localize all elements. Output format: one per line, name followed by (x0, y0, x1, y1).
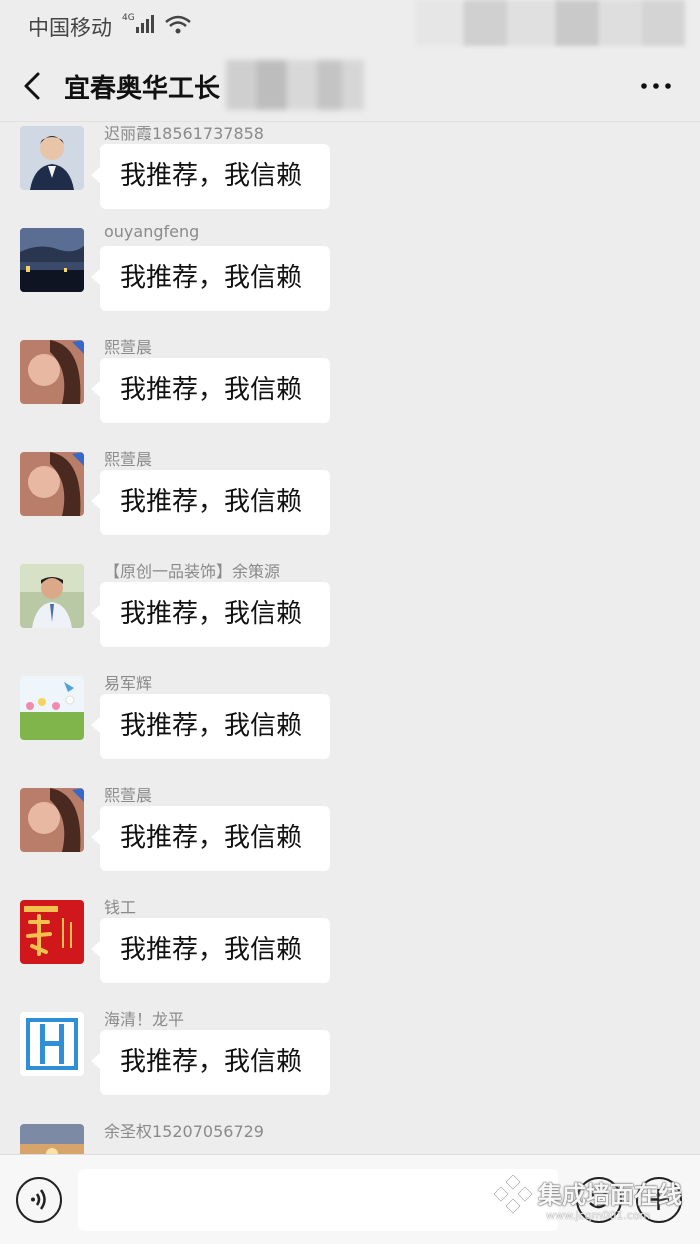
signal-wifi-icon: 4G (122, 13, 191, 34)
sender-name: 【原创一品装饰】余策源 (104, 562, 281, 581)
message-item: 熙萱晨 我推荐，我信赖 (0, 338, 700, 452)
carrier-name: 中国移动 (28, 16, 112, 40)
more-dots-icon (641, 83, 671, 89)
sunset-avatar[interactable] (20, 1124, 84, 1154)
watermark-text: 集成墙面在线 (538, 1181, 682, 1209)
night-sky-avatar[interactable] (20, 228, 84, 292)
red-calligraphy-avatar[interactable] (20, 900, 84, 964)
blue-h-logo-avatar[interactable] (20, 1012, 84, 1076)
network-type-label: 4G (122, 13, 135, 23)
message-input[interactable] (78, 1169, 558, 1231)
sender-name: 熙萱晨 (104, 450, 153, 469)
more-button[interactable] (636, 70, 676, 102)
status-blurred-region (415, 0, 685, 46)
woman-in-blazer-avatar[interactable] (20, 126, 84, 190)
message-bubble[interactable]: 我推荐，我信赖 (91, 1030, 330, 1095)
woman-portrait-avatar[interactable] (20, 340, 84, 404)
man-portrait-avatar[interactable] (20, 564, 84, 628)
watermark-url: www.jcqm001.com (546, 1209, 651, 1222)
status-bar: 中国移动 4G (0, 0, 700, 50)
sender-name: 余圣权15207056729 (104, 1122, 264, 1141)
message-bubble[interactable]: 我推荐，我信赖 (91, 918, 330, 983)
sender-name: 钱工 (104, 898, 137, 917)
sender-name: 迟丽霞18561737858 (104, 124, 264, 143)
input-bar: 集成墙面在线 www.jcqm001.com (0, 1154, 700, 1244)
watermark: 集成墙面在线 www.jcqm001.com (490, 1171, 695, 1231)
message-bubble[interactable]: 我推荐，我信赖 (91, 694, 330, 759)
message-item: 海清！龙平 我推荐，我信赖 (0, 1010, 700, 1124)
title-blurred-region (226, 60, 364, 110)
message-item: 【原创一品装饰】余策源 我推荐，我信赖 (0, 562, 700, 676)
watermark-logo-icon (493, 1175, 533, 1214)
sender-name: ouyangfeng (104, 222, 200, 241)
chat-header: 宜春奥华工长 (0, 50, 700, 122)
message-bubble[interactable]: 我推荐，我信赖 (91, 582, 330, 647)
sender-name: 海清！龙平 (104, 1010, 185, 1029)
message-list[interactable]: 迟丽霞18561737858 我推荐，我信赖 ouyangfeng 我推荐，我信… (0, 122, 700, 1154)
message-bubble[interactable]: 我推荐，我信赖 (91, 144, 330, 209)
sender-name: 熙萱晨 (104, 786, 153, 805)
message-item: 钱工 我推荐，我信赖 (0, 898, 700, 1012)
message-item: 余圣权15207056729 (0, 1122, 700, 1154)
chat-title: 宜春奥华工长 (64, 74, 221, 104)
message-bubble[interactable]: 我推荐，我信赖 (91, 470, 330, 535)
sender-name: 易军辉 (104, 674, 153, 693)
chevron-left-icon (24, 72, 40, 100)
message-bubble[interactable]: 我推荐，我信赖 (91, 358, 330, 423)
sender-name: 熙萱晨 (104, 338, 153, 357)
voice-icon (31, 1189, 46, 1210)
message-item: 熙萱晨 我推荐，我信赖 (0, 450, 700, 564)
message-item: 易军辉 我推荐，我信赖 (0, 674, 700, 788)
voice-button[interactable] (16, 1177, 62, 1223)
message-item: 熙萱晨 我推荐，我信赖 (0, 786, 700, 900)
message-bubble[interactable]: 我推荐，我信赖 (91, 806, 330, 871)
back-button[interactable] (16, 66, 52, 106)
flower-field-avatar[interactable] (20, 676, 84, 740)
message-item: ouyangfeng 我推荐，我信赖 (0, 222, 700, 340)
woman-portrait-avatar[interactable] (20, 452, 84, 516)
message-bubble[interactable]: 我推荐，我信赖 (91, 246, 330, 311)
woman-portrait-avatar[interactable] (20, 788, 84, 852)
